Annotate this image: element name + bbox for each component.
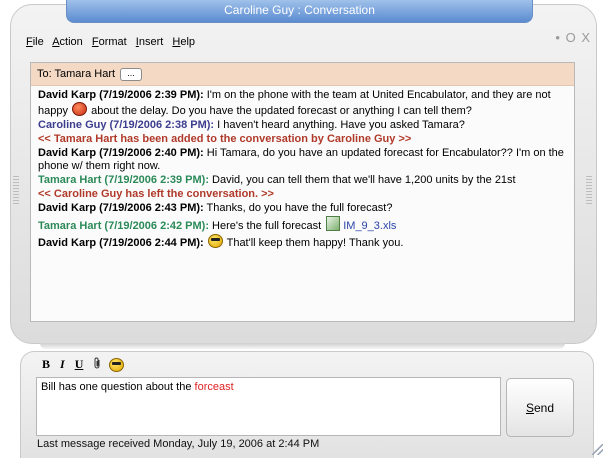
panel-divider[interactable] — [40, 343, 565, 349]
message: David Karp (7/19/2006 2:40 PM): Hi Tamar… — [38, 147, 567, 173]
minimize-icon[interactable]: • — [555, 30, 561, 45]
right-resize-grip[interactable] — [586, 176, 592, 204]
menu-help[interactable]: Help — [172, 36, 195, 48]
underline-button[interactable]: U — [75, 357, 84, 372]
menu-bar: File Action Format Insert Help — [26, 36, 201, 48]
close-icon[interactable]: X — [581, 30, 591, 45]
message-sender: David Karp (7/19/2006 2:40 PM): — [38, 147, 204, 159]
menu-format[interactable]: Format — [92, 36, 127, 48]
italic-button[interactable]: I — [60, 357, 65, 372]
message-sender: Caroline Guy (7/19/2006 2:38 PM): — [38, 119, 215, 131]
message-sender: Tamara Hart (7/19/2006 2:39 PM): — [38, 174, 209, 186]
message-sender: Tamara Hart (7/19/2006 2:42 PM): — [38, 220, 209, 232]
status-bar: Last message received Monday, July 19, 2… — [37, 438, 320, 450]
message-input[interactable]: Bill has one question about the forceast — [36, 377, 501, 436]
bold-button[interactable]: B — [42, 357, 50, 372]
restore-icon[interactable]: O — [566, 30, 577, 45]
message-text: Thanks, do you have the full forecast? — [203, 202, 393, 214]
message-sender: David Karp (7/19/2006 2:39 PM): — [38, 89, 204, 101]
menu-file[interactable]: File — [26, 36, 44, 48]
file-attachment-link[interactable]: IM_9_3.xls — [343, 220, 396, 232]
window-controls: • O X — [555, 30, 591, 45]
recipient-bar: To: Tamara Hart ... — [31, 63, 574, 86]
message-list: David Karp (7/19/2006 2:39 PM): I'm on t… — [31, 86, 574, 250]
message: Tamara Hart (7/19/2006 2:39 PM): David, … — [38, 174, 567, 187]
send-button-label: Send — [525, 400, 555, 415]
message: David Karp (7/19/2006 2:44 PM): That'll … — [38, 234, 567, 250]
message-text: about the delay. Do you have the updated… — [88, 105, 472, 117]
excel-file-icon — [326, 216, 341, 231]
system-notice: << Tamara Hart has been added to the con… — [38, 133, 412, 145]
message-sender: David Karp (7/19/2006 2:44 PM): — [38, 237, 204, 249]
window-resize-grip[interactable] — [592, 444, 603, 455]
message-text: David, you can tell them that we'll have… — [209, 174, 516, 186]
menu-action[interactable]: Action — [52, 36, 83, 48]
left-resize-grip[interactable] — [13, 176, 19, 204]
recipient-options-button[interactable]: ... — [120, 67, 143, 81]
message: Tamara Hart (7/19/2006 2:42 PM): Here's … — [38, 216, 567, 233]
send-button[interactable]: Send — [506, 378, 574, 437]
recipient-label: To: Tamara Hart — [37, 68, 116, 80]
angry-face-icon — [72, 102, 88, 116]
message-text: That'll keep them happy! Thank you. — [223, 237, 404, 249]
message-sender: David Karp (7/19/2006 2:43 PM): — [38, 202, 204, 214]
paperclip-icon[interactable] — [93, 357, 102, 372]
compose-text: Bill has one question about the — [41, 381, 195, 393]
window-title: Caroline Guy : Conversation — [66, 0, 533, 23]
conversation-history: To: Tamara Hart ... David Karp (7/19/200… — [30, 62, 575, 322]
message: David Karp (7/19/2006 2:43 PM): Thanks, … — [38, 202, 567, 215]
format-toolbar: B I U — [42, 357, 125, 372]
message: David Karp (7/19/2006 2:39 PM): I'm on t… — [38, 89, 567, 118]
cool-face-icon — [207, 234, 223, 248]
message-text: Here's the full forecast — [209, 220, 322, 232]
system-notice: << Caroline Guy has left the conversatio… — [38, 188, 274, 200]
menu-insert[interactable]: Insert — [136, 36, 164, 48]
message: Caroline Guy (7/19/2006 2:38 PM): I have… — [38, 119, 567, 132]
emoticon-picker-icon[interactable] — [109, 357, 125, 372]
message-text: I haven't heard anything. Have you asked… — [214, 119, 465, 131]
misspelled-word: forceast — [194, 381, 234, 393]
